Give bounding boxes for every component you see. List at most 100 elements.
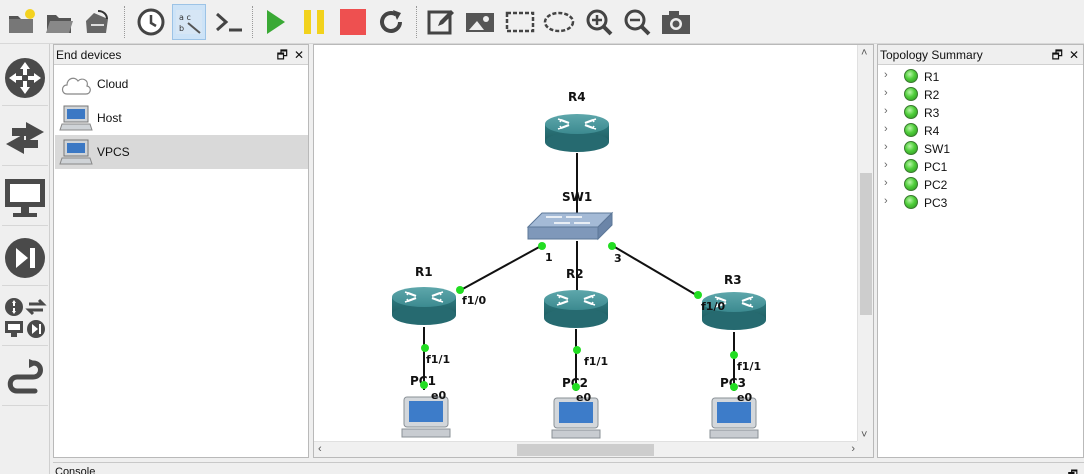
pc1-icon[interactable]	[401, 396, 451, 438]
expand-arrow-icon[interactable]: ›	[884, 69, 888, 81]
stop-icon[interactable]	[336, 4, 370, 40]
vertical-scrollbar[interactable]: ˄ ˅	[857, 45, 873, 443]
draw-rectangle-icon[interactable]	[503, 4, 537, 40]
expand-arrow-icon[interactable]: ›	[884, 195, 888, 207]
float-panel-icon[interactable]: 🗗	[277, 48, 288, 62]
status-led-icon	[904, 141, 918, 155]
clock-icon[interactable]	[134, 4, 168, 40]
open-project-icon[interactable]	[42, 4, 76, 40]
new-project-icon[interactable]	[4, 4, 38, 40]
device-item-cloud[interactable]: Cloud	[55, 67, 308, 101]
link-dot	[421, 344, 429, 352]
scroll-right-icon[interactable]: ›	[851, 443, 855, 455]
insert-image-icon[interactable]	[463, 4, 497, 40]
link-dot	[730, 383, 738, 391]
scroll-left-icon[interactable]: ‹	[318, 443, 322, 455]
zoom-out-icon[interactable]	[620, 4, 654, 40]
expand-arrow-icon[interactable]: ›	[884, 159, 888, 171]
pc3-icon[interactable]	[709, 397, 759, 439]
link-sw1-r1	[458, 245, 542, 292]
browse-end-devices-icon[interactable]	[2, 170, 48, 226]
status-led-icon	[904, 159, 918, 173]
horizontal-scrollbar[interactable]: ‹ ›	[314, 441, 859, 457]
float-panel-icon[interactable]: 🗗	[1068, 466, 1078, 474]
close-panel-icon[interactable]: ✕	[294, 48, 304, 62]
router-r4-icon[interactable]	[543, 112, 611, 154]
main-toolbar: a c b	[0, 0, 1084, 44]
topology-canvas[interactable]: R4 SW1 R1 R2 R3 PC1 PC2 PC3 1 3 f1/0 f1/…	[313, 44, 874, 458]
pause-icon[interactable]	[297, 4, 331, 40]
topology-item-label: R3	[924, 106, 940, 120]
start-icon[interactable]	[258, 4, 292, 40]
expand-arrow-icon[interactable]: ›	[884, 141, 888, 153]
scroll-down-icon[interactable]: ˅	[861, 429, 867, 441]
link-sw1-r3	[612, 245, 699, 297]
topology-item-label: PC1	[924, 160, 948, 174]
device-item-label: Host	[97, 111, 122, 125]
status-led-icon	[904, 87, 918, 101]
vertical-scroll-thumb[interactable]	[860, 173, 872, 315]
topology-item[interactable]: › SW1	[882, 139, 1072, 157]
expand-arrow-icon[interactable]: ›	[884, 105, 888, 117]
port-label-sw1-1: 1	[545, 251, 553, 264]
topology-item[interactable]: › PC3	[882, 193, 1072, 211]
add-link-icon[interactable]	[2, 350, 48, 406]
topology-summary-panel: Topology Summary 🗗 ✕ › R1 › R2 › R3 › R4 › SW1 › PC1…	[877, 44, 1084, 458]
topology-item[interactable]: › R4	[882, 121, 1072, 139]
link-dot	[572, 383, 580, 391]
port-label-sw1-3: 3	[614, 252, 622, 265]
browse-switches-icon[interactable]	[2, 110, 48, 166]
topology-item[interactable]: › PC1	[882, 157, 1072, 175]
link-dot	[730, 351, 738, 359]
show-interface-labels-icon[interactable]: a c b	[172, 4, 206, 40]
horizontal-scroll-thumb[interactable]	[517, 444, 654, 456]
port-label-r1-f11: f1/1	[426, 353, 450, 366]
router-r2-icon[interactable]	[542, 288, 610, 330]
topology-item[interactable]: › R3	[882, 103, 1072, 121]
reload-icon[interactable]	[374, 4, 408, 40]
console-title: Console	[55, 466, 96, 474]
node-label-r1: R1	[415, 265, 433, 279]
device-item-vpcs[interactable]: VPCS	[55, 135, 308, 169]
browse-routers-icon[interactable]	[2, 50, 48, 106]
port-label-r1-f10: f1/0	[462, 294, 486, 307]
vpcs-icon	[59, 138, 93, 168]
topology-item[interactable]: › R2	[882, 85, 1072, 103]
expand-arrow-icon[interactable]: ›	[884, 87, 888, 99]
screenshot-icon[interactable]	[659, 4, 693, 40]
pc2-icon[interactable]	[551, 397, 601, 439]
device-item-host[interactable]: Host	[55, 101, 308, 135]
add-note-icon[interactable]	[424, 4, 458, 40]
topology-item-label: R1	[924, 70, 940, 84]
node-label-r2: R2	[566, 267, 584, 281]
device-type-bar	[0, 44, 50, 474]
node-label-r4: R4	[568, 90, 586, 104]
status-led-icon	[904, 195, 918, 209]
topology-item-label: PC2	[924, 178, 948, 192]
svg-text:a c: a c	[179, 13, 191, 22]
link-dot	[573, 346, 581, 354]
device-item-label: Cloud	[97, 77, 129, 91]
port-label-pc1-e0: e0	[431, 389, 446, 402]
draw-ellipse-icon[interactable]	[542, 4, 576, 40]
scroll-up-icon[interactable]: ˄	[861, 47, 867, 59]
expand-arrow-icon[interactable]: ›	[884, 177, 888, 189]
device-item-label: VPCS	[97, 145, 130, 159]
expand-arrow-icon[interactable]: ›	[884, 123, 888, 135]
close-panel-icon[interactable]: ✕	[1069, 48, 1079, 62]
topology-item[interactable]: › PC2	[882, 175, 1072, 193]
console-panel: Console 🗗	[53, 462, 1084, 474]
link-dot	[420, 381, 428, 389]
switch-sw1-icon[interactable]	[526, 211, 614, 241]
link-dot	[694, 291, 702, 299]
topology-item[interactable]: › R1	[882, 67, 1072, 85]
console-icon[interactable]	[212, 4, 246, 40]
zoom-in-icon[interactable]	[582, 4, 616, 40]
topology-item-label: SW1	[924, 142, 951, 156]
browse-all-devices-icon[interactable]	[2, 290, 48, 346]
port-label-pc2-e0: e0	[576, 391, 591, 404]
router-r1-icon[interactable]	[390, 285, 458, 327]
float-panel-icon[interactable]: 🗗	[1052, 48, 1063, 62]
snapshot-icon[interactable]	[80, 4, 114, 40]
browse-security-devices-icon[interactable]	[2, 230, 48, 286]
